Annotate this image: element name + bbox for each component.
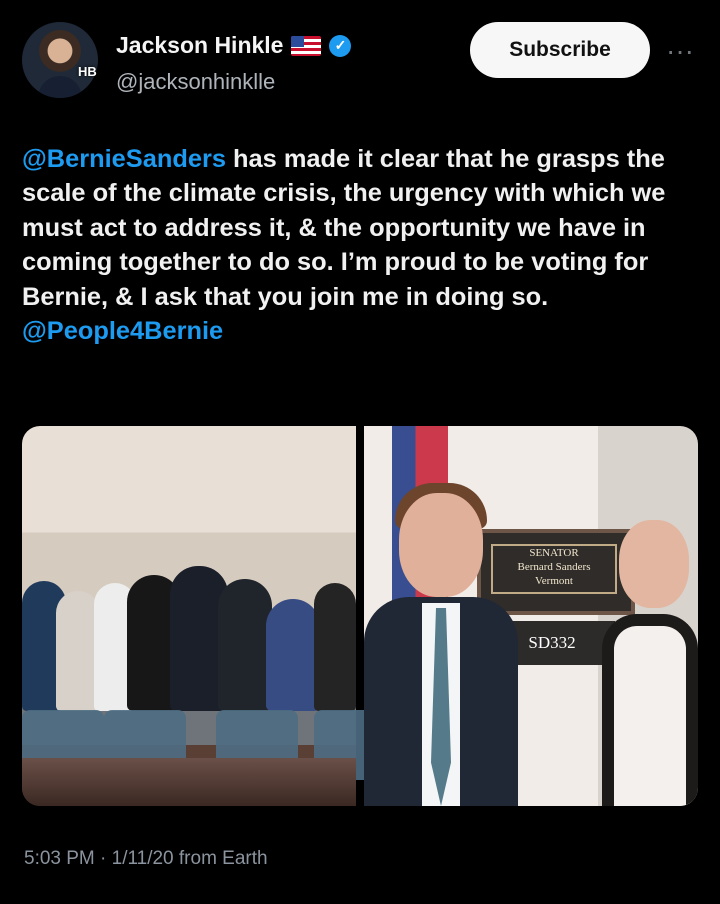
mention-people4bernie[interactable]: @People4Bernie [22,317,223,345]
subscribe-button[interactable]: Subscribe [470,22,650,78]
office-photo[interactable]: SENATOR Bernard Sanders Vermont SD332 [364,426,698,806]
group-photo[interactable] [22,426,396,806]
verified-badge-icon: ✓ [329,34,352,57]
author-handle[interactable]: @jacksonhinklle [116,69,275,95]
avatar-badge: HB [78,64,97,79]
author-name-row[interactable]: Jackson Hinkle ✓ [116,32,352,59]
woman-in-tshirt [594,512,698,806]
mention-bernie-sanders[interactable]: @BernieSanders [22,145,226,173]
man-in-suit [364,483,518,806]
conference-table [22,758,356,806]
us-flag-icon [291,35,322,56]
tweet-timestamp[interactable]: 5:03 PM · 1/11/20 from Earth [24,848,268,870]
tweet-header: HB Jackson Hinkle ✓ @jacksonhinklle Subs… [22,22,698,104]
tweet-text: @BernieSanders has made it clear that he… [22,142,698,348]
author-display-name[interactable]: Jackson Hinkle [116,32,283,59]
author-avatar[interactable] [22,22,98,98]
more-options-icon[interactable]: ··· [666,35,694,67]
group-people [22,521,356,711]
tweet-media-grid[interactable]: SENATOR Bernard Sanders Vermont SD332 [22,426,698,806]
